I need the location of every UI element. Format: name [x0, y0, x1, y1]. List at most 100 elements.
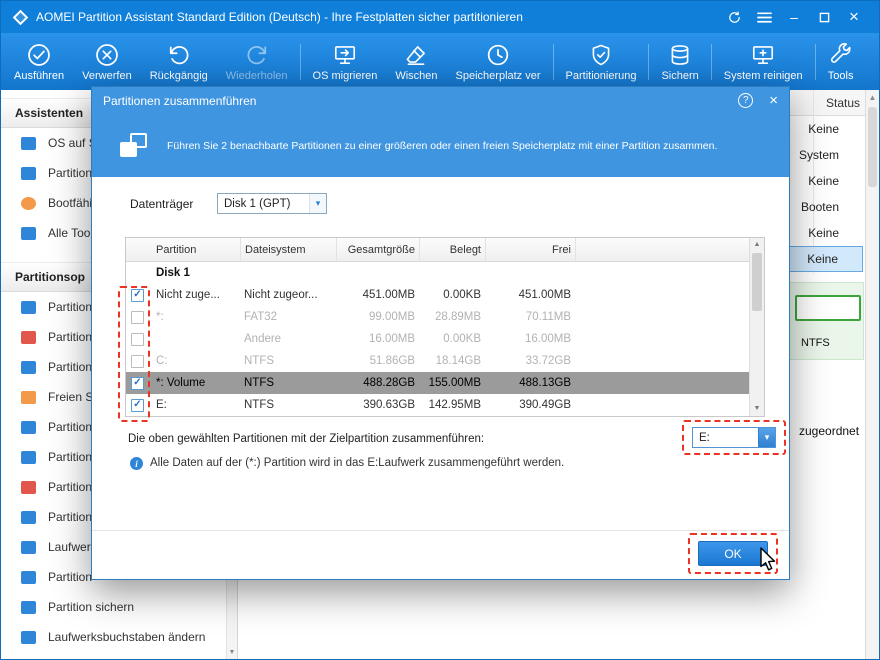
toolbar-separator [299, 43, 301, 80]
check-disk-icon [21, 510, 36, 524]
chevron-down-icon[interactable]: ▾ [309, 194, 326, 213]
split-icon [21, 450, 36, 464]
align-icon [21, 570, 36, 584]
backup-partition-icon [21, 600, 36, 614]
row-checkbox-unchecked[interactable] [131, 332, 144, 346]
table-header: Partition Dateisystem Gesamtgröße Belegt… [126, 238, 764, 262]
drive-icon [21, 540, 36, 554]
toolbar-separator [814, 43, 816, 80]
disk-select-dropdown[interactable]: Disk 1 (GPT) ▾ [217, 193, 327, 214]
status-column-header[interactable]: Status [826, 96, 860, 110]
toolbar-separator [648, 43, 650, 80]
partition-table: Partition Dateisystem Gesamtgröße Belegt… [125, 237, 765, 417]
wipe-button[interactable]: Wischen [386, 38, 446, 85]
clean-system-button[interactable]: System reinigen [715, 38, 812, 85]
format-icon [21, 360, 36, 374]
partition-row[interactable]: C: NTFS 51.86GB 18.14GB 33.72GB [126, 350, 764, 372]
minimize-button[interactable]: – [779, 4, 809, 30]
allocate-space-button[interactable]: Speicherplatz ver [447, 38, 550, 85]
delete-icon [21, 480, 36, 494]
backup-button[interactable]: Sichern [652, 38, 707, 85]
undo-icon [166, 41, 192, 68]
clean-system-icon [750, 41, 776, 68]
target-partition-label: Die oben gewählten Partitionen mit der Z… [128, 433, 485, 445]
chevron-down-icon[interactable]: ▾ [758, 428, 775, 447]
main-scrollbar[interactable]: ▲ [865, 90, 879, 659]
filesystem-label: NTFS [801, 337, 830, 349]
refresh-icon[interactable] [719, 4, 749, 30]
partition-row[interactable]: ✓ Nicht zuge... Nicht zugeor... 451.00MB… [126, 284, 764, 306]
col-used[interactable]: Belegt [419, 238, 485, 261]
undo-button[interactable]: Rückgängig [141, 38, 217, 85]
target-partition-dropdown[interactable]: E: ▾ [692, 427, 776, 448]
wrench-icon [828, 41, 854, 68]
redo-button[interactable]: Wiederholen [217, 38, 297, 85]
scrollbar-thumb[interactable] [868, 107, 877, 187]
tools-button[interactable]: Tools [819, 38, 863, 85]
toolbar-separator [710, 43, 712, 80]
close-button[interactable]: × [839, 4, 869, 30]
wipe-icon [403, 41, 429, 68]
free-space-icon [21, 390, 36, 404]
row-checkbox-checked[interactable]: ✓ [131, 398, 144, 412]
footer-divider [92, 530, 789, 531]
backup-disks-icon [667, 41, 693, 68]
partition-row[interactable]: Andere 16.00MB 0.00KB 16.00MB [126, 328, 764, 350]
row-checkbox-checked[interactable]: ✓ [131, 288, 144, 302]
row-checkbox-unchecked[interactable] [131, 310, 144, 324]
grid-icon [21, 226, 36, 240]
help-icon[interactable]: ? [738, 93, 754, 108]
dialog-close-button[interactable]: × [769, 93, 778, 108]
clock-icon [485, 41, 511, 68]
resize-icon [21, 330, 36, 344]
discard-button[interactable]: Verwerfen [73, 38, 141, 85]
info-text: Alle Daten auf der (*:) Partition wird i… [150, 457, 565, 469]
sidebar-item-change-drive-letter[interactable]: Laufwerksbuchstaben ändern [1, 622, 226, 652]
app-logo-icon [12, 9, 29, 25]
apply-check-icon [26, 41, 52, 68]
disk-select-label: Datenträger [130, 197, 194, 211]
app-window: AOMEI Partition Assistant Standard Editi… [0, 0, 880, 660]
drive-letter-icon [21, 630, 36, 644]
partition-icon [21, 166, 36, 180]
merge-icon [21, 300, 36, 314]
row-checkbox-checked[interactable]: ✓ [131, 376, 144, 390]
merge-partitions-dialog: Partitionen zusammenführen ? × Führen Si… [91, 86, 790, 580]
scroll-up-icon[interactable]: ▲ [750, 238, 764, 252]
monitor-icon [21, 136, 36, 150]
scroll-up-icon[interactable]: ▲ [866, 90, 879, 105]
redo-icon [244, 41, 270, 68]
clone-icon [21, 420, 36, 434]
col-total[interactable]: Gesamtgröße [336, 238, 419, 261]
shield-icon [588, 41, 614, 68]
apply-button[interactable]: Ausführen [5, 38, 73, 85]
merge-partitions-icon [120, 133, 147, 157]
partition-recovery-button[interactable]: Partitionierung [557, 38, 646, 85]
scrollbar-thumb[interactable] [752, 253, 762, 311]
partition-row[interactable]: *: FAT32 99.00MB 28.89MB 70.11MB [126, 306, 764, 328]
window-controls: – × [719, 4, 869, 30]
discard-x-icon [94, 41, 120, 68]
partition-bar[interactable] [795, 295, 861, 321]
table-scrollbar[interactable]: ▲ ▼ [749, 238, 764, 416]
disk-group-row: Disk 1 [156, 267, 190, 279]
ok-button[interactable]: OK [698, 541, 768, 566]
col-filesystem[interactable]: Dateisystem [240, 238, 336, 261]
col-partition[interactable]: Partition [152, 238, 240, 261]
partition-row-selected[interactable]: ✓ *: Volume NTFS 488.28GB 155.00MB 488.1… [126, 372, 764, 394]
row-checkbox-unchecked[interactable] [131, 354, 144, 368]
scroll-down-icon[interactable]: ▼ [227, 646, 237, 659]
migrate-os-button[interactable]: OS migrieren [304, 38, 387, 85]
menu-icon[interactable] [749, 4, 779, 30]
sidebar-item-backup-partition[interactable]: Partition sichern [1, 592, 226, 622]
partition-row[interactable]: ✓ E: NTFS 390.63GB 142.95MB 390.49GB [126, 394, 764, 416]
dialog-titlebar[interactable]: Partitionen zusammenführen ? × [92, 87, 789, 114]
scroll-down-icon[interactable]: ▼ [750, 402, 764, 416]
dialog-banner: Führen Sie 2 benachbarte Partitionen zu … [92, 114, 789, 177]
toolbar: Ausführen Verwerfen Rückgängig Wiederhol… [1, 33, 879, 90]
window-title: AOMEI Partition Assistant Standard Editi… [36, 10, 523, 24]
toolbar-separator [552, 43, 554, 80]
maximize-button[interactable] [809, 4, 839, 30]
col-free[interactable]: Frei [485, 238, 575, 261]
dialog-description: Führen Sie 2 benachbarte Partitionen zu … [167, 139, 718, 152]
